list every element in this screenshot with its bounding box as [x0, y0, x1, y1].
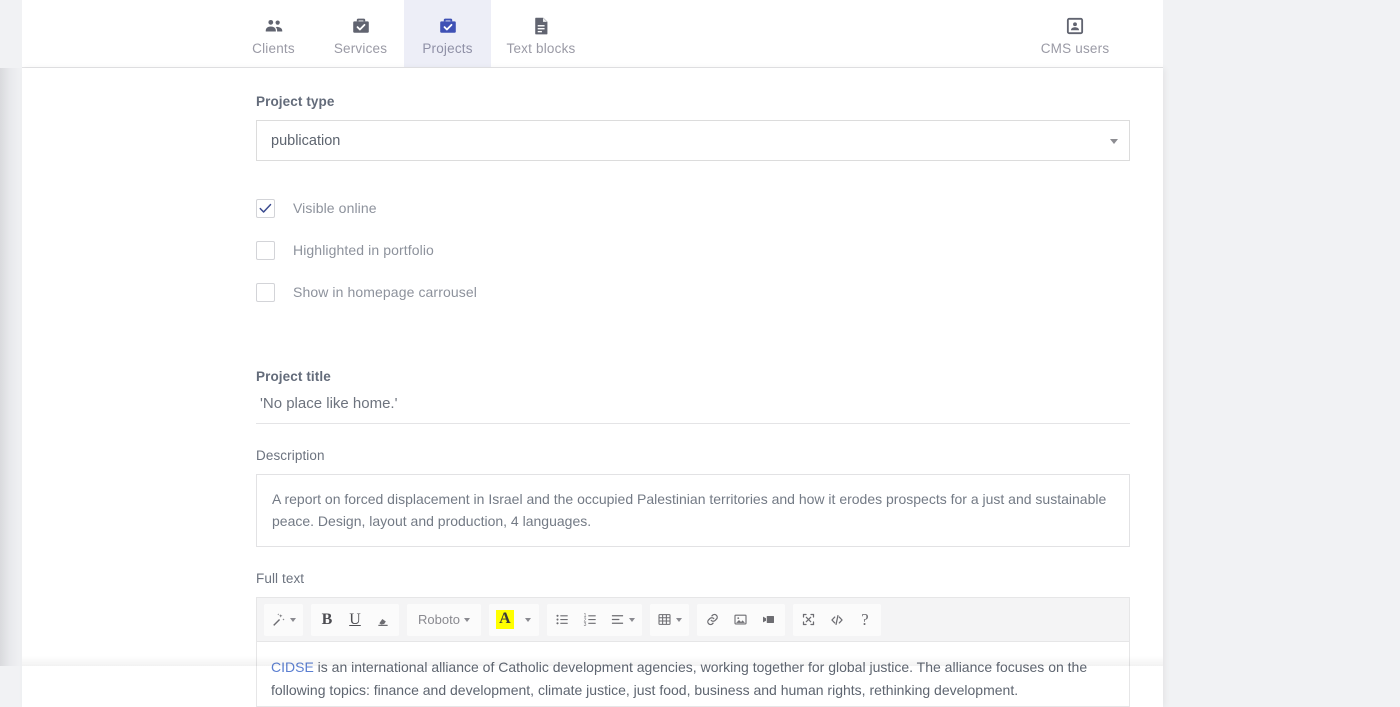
- toolbar-group-insert: [696, 603, 785, 636]
- numbered-list-icon[interactable]: 1 2 3: [577, 605, 605, 635]
- nav-left-spacer: [22, 0, 230, 67]
- checkbox-box[interactable]: [256, 198, 275, 218]
- highlight-letter: A: [496, 610, 514, 630]
- checkbox-highlighted-in-portfolio[interactable]: Highlighted in portfolio: [256, 229, 1129, 271]
- checkbox-label: Show in homepage carrousel: [293, 284, 477, 300]
- project-type-label: Project type: [256, 94, 335, 109]
- cidse-link[interactable]: CIDSE: [271, 659, 314, 675]
- nav-tab-text-blocks[interactable]: Text blocks: [491, 0, 591, 67]
- svg-text:3: 3: [584, 622, 587, 627]
- full-text-label: Full text: [256, 571, 305, 587]
- toolbar-group-format: B U: [311, 603, 399, 636]
- project-title-input[interactable]: [256, 395, 1130, 424]
- clear-format-icon[interactable]: [369, 605, 397, 635]
- nav-tab-label: CMS users: [1040, 41, 1110, 57]
- checkbox-group: Visible online Highlighted in portfolio …: [256, 187, 1129, 313]
- project-title-label: Project title: [256, 369, 331, 384]
- editor-toolbar: B U Roboto A 1 2 3 ?: [256, 597, 1130, 642]
- checkbox-show-in-homepage-carrousel[interactable]: Show in homepage carrousel: [256, 271, 1129, 313]
- user-card-icon: [1064, 15, 1086, 37]
- toolbar-group-view: ?: [792, 603, 881, 636]
- table-icon[interactable]: [652, 605, 687, 635]
- toolbar-group-lists: 1 2 3: [546, 603, 642, 636]
- align-icon[interactable]: [605, 605, 640, 635]
- project-type-select[interactable]: publication: [256, 120, 1130, 161]
- project-type-value: publication: [271, 132, 341, 149]
- toolbar-group-table: [649, 603, 689, 636]
- magic-wand-icon[interactable]: [266, 605, 301, 635]
- checkbox-box[interactable]: [256, 282, 275, 302]
- chevron-down-icon: [675, 617, 682, 622]
- bullet-list-icon[interactable]: [549, 605, 577, 635]
- briefcase-check-icon: [350, 15, 372, 37]
- underline-button[interactable]: U: [341, 605, 369, 635]
- nav-tab-label: Clients: [252, 41, 295, 57]
- rich-text-editor: B U Roboto A 1 2 3 ? CIDSE is an interna…: [256, 597, 1130, 707]
- nav-tab-projects[interactable]: Projects: [404, 0, 491, 67]
- document-icon: [530, 15, 552, 37]
- briefcase-check-icon: [437, 15, 459, 37]
- link-icon[interactable]: [699, 605, 727, 635]
- form-container: Project type publication Visible online: [22, 68, 1163, 707]
- font-family-value: Roboto: [418, 612, 460, 628]
- nav-tab-cms-users[interactable]: CMS users: [1025, 0, 1125, 67]
- bold-button[interactable]: B: [313, 605, 341, 635]
- nav-tab-label: Text blocks: [506, 41, 576, 57]
- help-icon[interactable]: ?: [851, 605, 879, 635]
- nav-tab-label: Projects: [422, 41, 473, 57]
- chevron-down-icon: [463, 617, 470, 622]
- code-view-icon[interactable]: [823, 605, 851, 635]
- chevron-down-icon: [628, 617, 635, 622]
- checkbox-label: Visible online: [293, 200, 377, 216]
- nav-flex-gap: [591, 0, 1025, 67]
- toolbar-group-color: A: [488, 603, 539, 636]
- people-icon: [263, 15, 285, 37]
- editor-paragraph-text: is an international alliance of Catholic…: [271, 659, 1088, 698]
- checkbox-box[interactable]: [256, 240, 275, 260]
- fullscreen-icon[interactable]: [795, 605, 823, 635]
- content-card: Project type publication Visible online: [22, 68, 1163, 707]
- check-icon: [259, 203, 272, 213]
- nav-tab-clients[interactable]: Clients: [230, 0, 317, 67]
- description-label: Description: [256, 448, 325, 463]
- chevron-down-icon: [524, 617, 531, 622]
- main-navigation: Clients Services Projects Text blocks CM…: [22, 0, 1163, 68]
- nav-tab-services[interactable]: Services: [317, 0, 404, 67]
- chevron-down-icon: [1110, 138, 1118, 144]
- font-family-select[interactable]: Roboto: [409, 605, 479, 635]
- video-icon[interactable]: [755, 605, 783, 635]
- checkbox-visible-online[interactable]: Visible online: [256, 187, 1129, 229]
- editor-content-area[interactable]: CIDSE is an international alliance of Ca…: [256, 641, 1130, 707]
- toolbar-group-styles: [264, 603, 303, 636]
- chevron-down-icon: [290, 617, 296, 622]
- page-background: Project type publication Visible online: [0, 68, 1400, 707]
- text-highlight-button[interactable]: A: [491, 605, 519, 635]
- image-icon[interactable]: [727, 605, 755, 635]
- toolbar-group-font: Roboto: [407, 603, 481, 636]
- description-textarea[interactable]: A report on forced displacement in Israe…: [256, 474, 1130, 548]
- highlight-color-dropdown[interactable]: [519, 605, 537, 635]
- checkbox-label: Highlighted in portfolio: [293, 242, 434, 258]
- nav-tab-label: Services: [333, 41, 388, 57]
